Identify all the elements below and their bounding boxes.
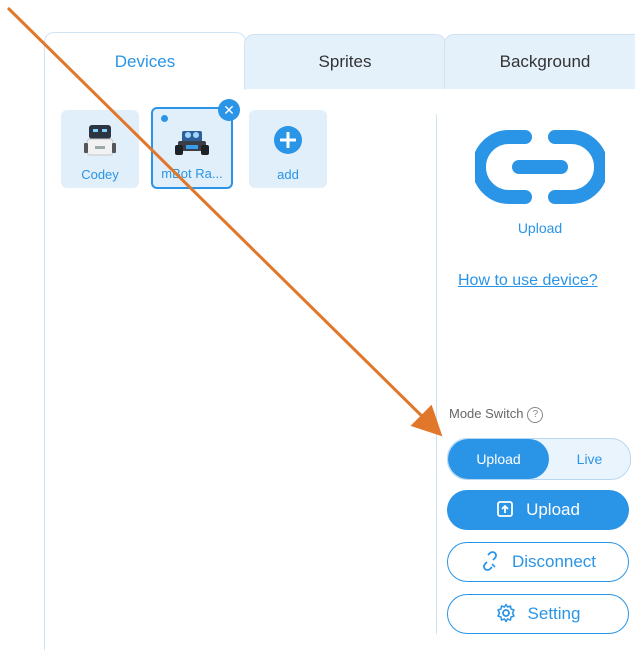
gear-icon	[496, 603, 515, 623]
device-card-codey[interactable]: Codey	[61, 110, 139, 188]
connection-status-caption: Upload	[517, 220, 563, 236]
device-label: add	[277, 167, 299, 182]
connected-dot	[161, 115, 168, 122]
upload-icon	[497, 501, 513, 517]
disconnect-button[interactable]: Disconnect	[447, 542, 629, 582]
tab-bar: Devices Sprites Background	[44, 32, 635, 91]
mode-switch-label: Mode Switch?	[449, 406, 544, 423]
add-device-button[interactable]: add	[249, 110, 327, 188]
device-label: Codey	[81, 167, 119, 182]
mode-upload-option[interactable]: Upload	[448, 439, 549, 479]
help-icon[interactable]: ?	[527, 406, 544, 423]
setting-button-label: Setting	[527, 604, 581, 623]
tab-devices[interactable]: Devices	[44, 32, 246, 91]
panel-divider	[436, 114, 437, 634]
add-icon	[274, 126, 302, 154]
link-icon	[475, 130, 605, 204]
mbot-ranger-icon	[175, 131, 209, 155]
device-label: mBot Ra...	[161, 166, 223, 181]
disconnect-button-label: Disconnect	[511, 552, 597, 571]
tab-sprites[interactable]: Sprites	[244, 34, 446, 89]
device-card-mbot-ranger[interactable]: ✕ mBot Ra...	[151, 99, 240, 189]
codey-robot-icon	[84, 125, 116, 156]
broken-link-icon	[483, 551, 497, 571]
remove-device-close-icon[interactable]: ✕	[218, 99, 240, 121]
tab-background[interactable]: Background	[444, 34, 635, 89]
setting-button[interactable]: Setting	[447, 594, 629, 634]
how-to-use-device-link[interactable]: How to use device?	[458, 272, 598, 290]
mode-switch[interactable]: Upload Live	[447, 438, 631, 480]
upload-button[interactable]: Upload	[447, 490, 629, 530]
upload-button-label: Upload	[526, 500, 580, 519]
mode-live-option[interactable]: Live	[549, 439, 630, 479]
mode-switch-text: Mode Switch	[449, 406, 524, 421]
